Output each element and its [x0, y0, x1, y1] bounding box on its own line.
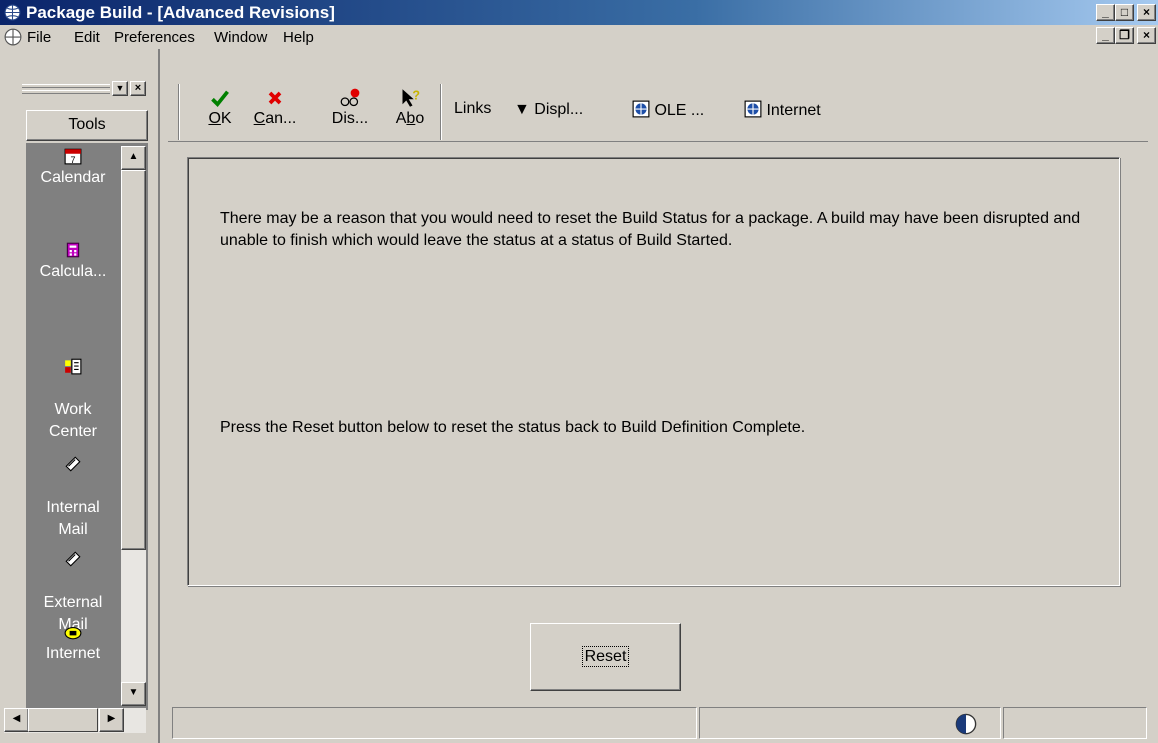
tools-header[interactable]: Tools — [26, 110, 148, 141]
minimize-button[interactable]: _ — [1096, 4, 1115, 21]
title-bar: Package Build - [Advanced Revisions] _ □… — [0, 0, 1158, 25]
ok-label: K — [220, 110, 232, 127]
toolbar-separator — [178, 84, 180, 140]
display-label: Dis... — [331, 110, 369, 127]
cancel-button[interactable]: Can... — [245, 84, 305, 140]
pane-grip[interactable] — [22, 84, 110, 88]
menu-bar: File Edit Preferences Window Help _ ❐ × — [0, 25, 1158, 49]
cancel-label: an... — [265, 110, 297, 127]
doc-restore-button[interactable]: ❐ — [1115, 27, 1134, 44]
tools-vertical-scrollbar[interactable]: ▲ ▼ — [121, 146, 146, 706]
ole-icon — [632, 100, 650, 118]
tool-label: Calendar — [40, 169, 106, 186]
about-mnemonic: b — [406, 110, 416, 127]
globe-icon — [955, 713, 977, 735]
menu-file[interactable]: File — [27, 29, 51, 46]
tools-list: 7 Calendar Calcula... Work Center Intern… — [26, 143, 148, 710]
doc-minimize-button[interactable]: _ — [1096, 27, 1115, 44]
window-title: Package Build - [Advanced Revisions] — [26, 3, 335, 22]
tools-horizontal-scrollbar[interactable]: ◀ ▶ — [4, 708, 146, 733]
tool-internet[interactable]: Internet — [26, 623, 120, 665]
internet-label: Internet — [766, 102, 821, 119]
ok-mnemonic: O — [208, 110, 221, 127]
reset-button[interactable]: Reset — [530, 623, 681, 691]
tool-label: Calcula... — [39, 263, 107, 280]
tool-calculator[interactable]: Calcula... — [26, 241, 120, 283]
status-pane-right — [1003, 707, 1147, 739]
pane-dropdown-button[interactable]: ▼ — [112, 81, 128, 96]
close-icon — [268, 91, 282, 105]
menu-help[interactable]: Help — [283, 29, 314, 46]
cancel-mnemonic: C — [253, 110, 266, 127]
svg-text:?: ? — [412, 88, 420, 102]
about-button[interactable]: ? Abo — [390, 84, 430, 140]
display-button[interactable]: Dis... — [325, 84, 375, 140]
globe-icon — [4, 4, 21, 21]
toolbar-separator — [440, 84, 442, 140]
glasses-icon — [340, 88, 360, 107]
scroll-thumb[interactable] — [121, 170, 146, 550]
tool-internal-mail[interactable]: Internal Mail — [26, 433, 120, 541]
menu-preferences[interactable]: Preferences — [114, 29, 195, 46]
close-button[interactable]: × — [1137, 4, 1156, 21]
pane-close-button[interactable]: × — [130, 81, 146, 96]
calendar-icon: 7 — [64, 148, 82, 165]
work-center-icon — [65, 358, 82, 375]
hscroll-thumb[interactable] — [28, 708, 98, 732]
status-pane-secondary — [699, 707, 1001, 739]
scroll-down-button[interactable]: ▼ — [121, 682, 146, 706]
scroll-left-button[interactable]: ◀ — [4, 708, 29, 732]
tool-calendar[interactable]: 7 Calendar — [26, 147, 120, 189]
phone-icon — [64, 626, 82, 640]
calculator-icon — [66, 242, 80, 258]
pane-grip[interactable] — [22, 90, 110, 94]
tool-work-center[interactable]: Work Center — [26, 335, 120, 443]
tool-label: Internet — [45, 645, 101, 662]
mail-icon — [65, 551, 81, 567]
globe-icon — [4, 28, 22, 46]
checkmark-icon — [211, 90, 229, 108]
reset-button-label: Reset — [581, 646, 630, 667]
links-menu[interactable]: Links — [454, 100, 491, 118]
about-label: o — [415, 110, 425, 127]
ole-menu[interactable]: OLE ... — [632, 100, 704, 120]
menu-edit[interactable]: Edit — [74, 29, 100, 46]
tool-external-mail[interactable]: External Mail — [26, 528, 120, 636]
display-menu-label: Displ... — [534, 101, 584, 118]
mail-icon — [65, 456, 81, 472]
ole-label: OLE ... — [654, 102, 705, 119]
internet-icon — [744, 100, 762, 118]
scroll-right-button[interactable]: ▶ — [99, 708, 124, 732]
scroll-up-button[interactable]: ▲ — [121, 146, 146, 170]
menu-window[interactable]: Window — [214, 29, 267, 46]
maximize-button[interactable]: □ — [1115, 4, 1134, 21]
ok-button[interactable]: OK — [200, 84, 240, 140]
display-menu[interactable]: ▼ Displ... — [514, 101, 583, 119]
reset-instruction-text: Press the Reset button below to reset th… — [220, 419, 806, 436]
status-pane-main — [172, 707, 697, 739]
dropdown-arrow-icon: ▼ — [514, 101, 530, 118]
reset-explanation-text: There may be a reason that you would nee… — [220, 210, 1081, 249]
internet-menu[interactable]: Internet — [744, 100, 821, 120]
help-pointer-icon: ? — [402, 88, 420, 107]
svg-text:7: 7 — [70, 155, 75, 165]
doc-close-button[interactable]: × — [1137, 27, 1156, 44]
